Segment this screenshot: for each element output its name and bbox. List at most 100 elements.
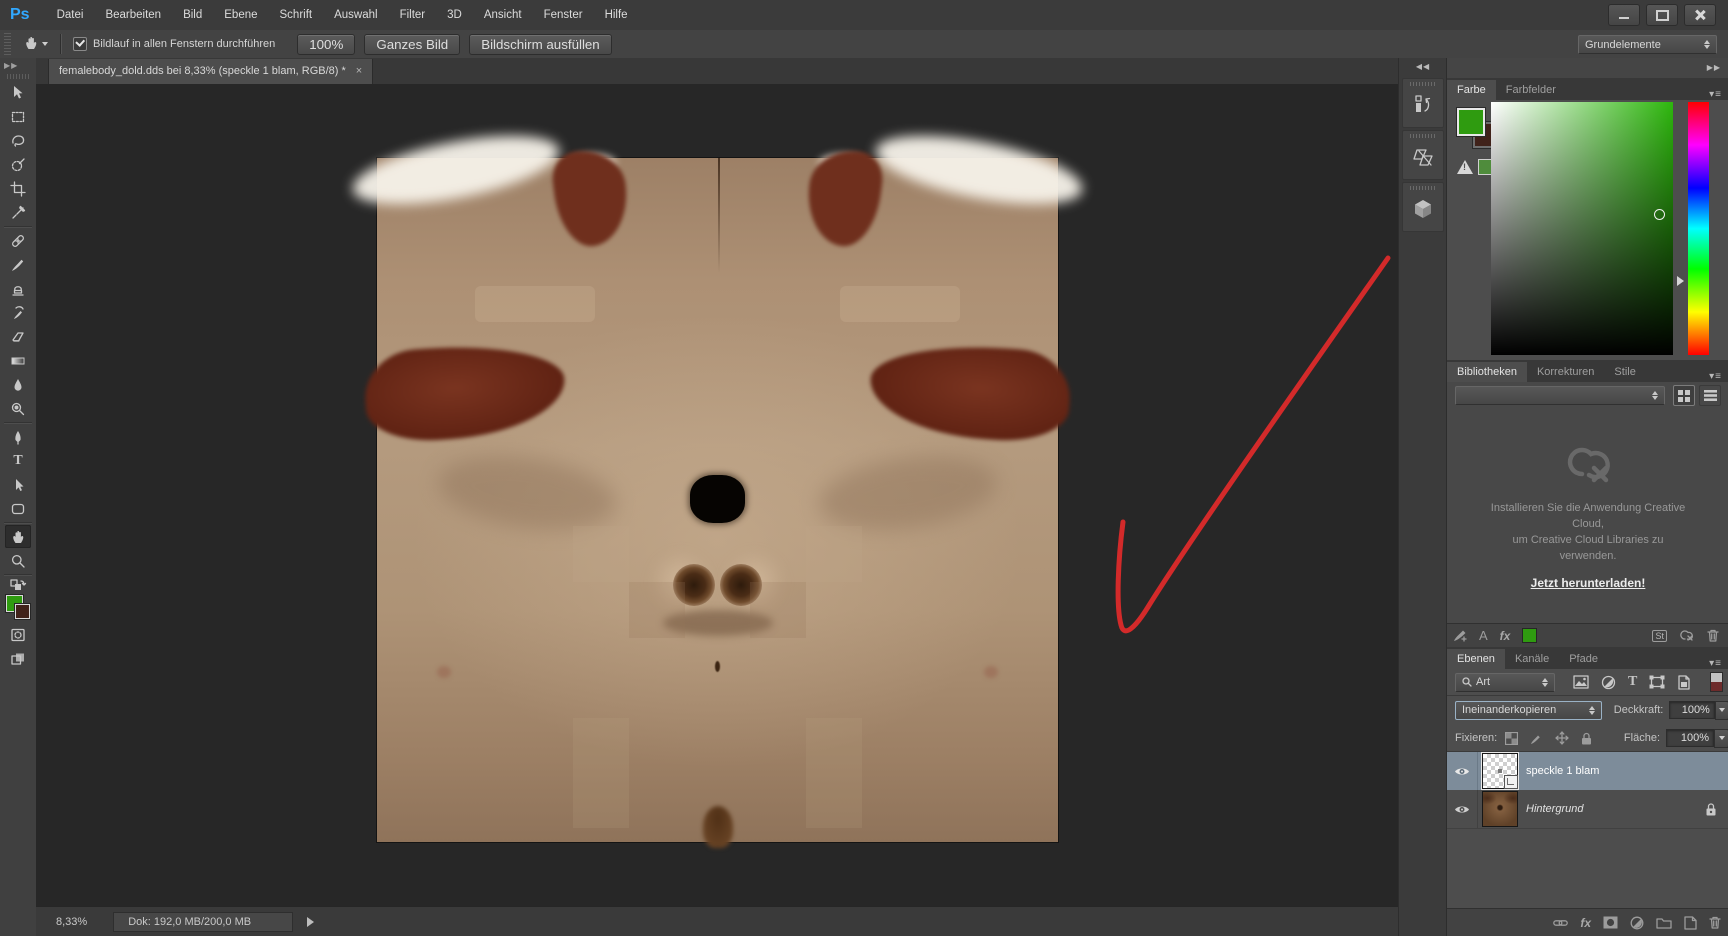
pen-tool[interactable] [5, 425, 31, 448]
menu-datei[interactable]: Datei [46, 0, 95, 30]
layer-visibility-toggle[interactable] [1447, 790, 1478, 828]
status-options-arrow-icon[interactable] [307, 917, 314, 927]
zoom-level-field[interactable]: 8,33% [56, 916, 87, 928]
layer-row-hintergrund[interactable]: Hintergrund [1447, 790, 1728, 829]
tab-farbe[interactable]: Farbe [1447, 80, 1496, 100]
layer-thumbnail[interactable] [1482, 791, 1518, 827]
quick-selection-tool[interactable] [5, 153, 31, 176]
minimize-button[interactable] [1608, 4, 1640, 26]
color-field-cursor[interactable] [1654, 209, 1665, 220]
foreground-chip-icon[interactable] [1522, 628, 1537, 643]
layer-row-speckle[interactable]: speckle 1 blam [1447, 752, 1728, 791]
eyedropper-tool[interactable] [5, 201, 31, 224]
zoom-tool[interactable] [5, 549, 31, 572]
menu-bearbeiten[interactable]: Bearbeiten [94, 0, 172, 30]
new-group-icon[interactable] [1656, 917, 1672, 929]
lock-transparency-icon[interactable] [1505, 732, 1518, 745]
lock-position-icon[interactable] [1555, 731, 1569, 745]
scroll-all-windows-checkbox[interactable] [73, 37, 87, 51]
fill-dropdown-button[interactable] [1714, 729, 1728, 748]
cc-sync-disabled-icon[interactable] [1679, 629, 1695, 642]
add-layer-style-icon[interactable]: fx [1500, 629, 1511, 643]
add-character-style-icon[interactable]: A [1479, 628, 1488, 643]
quick-mask-button[interactable] [5, 623, 31, 646]
history-panel-icon[interactable] [1402, 78, 1444, 128]
layer-thumbnail[interactable] [1482, 753, 1518, 789]
crop-tool[interactable] [5, 177, 31, 200]
lock-pixels-icon[interactable] [1530, 732, 1543, 745]
canvas-area[interactable] [36, 84, 1398, 906]
menu-ebene[interactable]: Ebene [213, 0, 268, 30]
hue-slider-thumb[interactable] [1677, 276, 1684, 286]
color-field[interactable] [1491, 102, 1673, 355]
lasso-tool[interactable] [5, 129, 31, 152]
maximize-button[interactable] [1646, 4, 1678, 26]
foreground-background-colors[interactable] [5, 595, 31, 621]
background-color-swatch[interactable] [15, 604, 30, 619]
layer-name[interactable]: speckle 1 blam [1526, 765, 1599, 777]
grid-view-button[interactable] [1673, 385, 1695, 406]
hand-tool[interactable] [5, 525, 31, 548]
close-button[interactable] [1684, 4, 1716, 26]
tab-stile[interactable]: Stile [1604, 362, 1645, 382]
libraries-panel-menu-icon[interactable]: ▾≡ [1709, 371, 1728, 382]
new-adjustment-layer-icon[interactable] [1630, 916, 1644, 930]
tab-farbfelder[interactable]: Farbfelder [1496, 80, 1566, 100]
fill-value-field[interactable]: 100% [1666, 729, 1714, 747]
clone-stamp-tool[interactable] [5, 277, 31, 300]
eraser-tool[interactable] [5, 325, 31, 348]
filter-adjustment-layers-icon[interactable] [1601, 675, 1616, 690]
tools-collapse-icon[interactable]: ▶▶ [0, 58, 36, 74]
filter-shape-layers-icon[interactable] [1649, 675, 1665, 689]
gamut-warning-icon[interactable] [1457, 160, 1473, 174]
spot-healing-brush-tool[interactable] [5, 229, 31, 252]
layers-panel-menu-icon[interactable]: ▾≡ [1709, 658, 1728, 669]
adobe-stock-icon[interactable]: St [1652, 630, 1667, 642]
menu-ansicht[interactable]: Ansicht [473, 0, 533, 30]
list-view-button[interactable] [1699, 385, 1721, 406]
layer-name[interactable]: Hintergrund [1526, 803, 1583, 815]
brush-tool[interactable] [5, 253, 31, 276]
swap-colors-icon[interactable] [5, 577, 31, 593]
path-selection-tool[interactable] [5, 473, 31, 496]
delete-layer-icon[interactable] [1709, 916, 1721, 929]
properties-panel-icon[interactable] [1402, 130, 1444, 180]
libraries-select[interactable] [1455, 386, 1665, 405]
menu-filter[interactable]: Filter [389, 0, 437, 30]
tab-ebenen[interactable]: Ebenen [1447, 649, 1505, 669]
move-tool[interactable] [5, 81, 31, 104]
hand-tool-option-icon[interactable] [23, 35, 40, 54]
hue-slider[interactable] [1688, 102, 1709, 355]
shape-tool[interactable] [5, 497, 31, 520]
tab-close-icon[interactable]: × [356, 65, 362, 77]
filter-type-select[interactable]: Art [1455, 673, 1555, 692]
foreground-color-swatch[interactable] [1457, 108, 1485, 136]
new-layer-icon[interactable] [1684, 916, 1697, 930]
delete-icon[interactable] [1707, 629, 1719, 642]
blur-tool[interactable] [5, 373, 31, 396]
link-layers-icon[interactable] [1553, 918, 1568, 928]
color-panel-menu-icon[interactable]: ▾≡ [1709, 89, 1728, 100]
document-canvas[interactable] [377, 158, 1058, 842]
menu-fenster[interactable]: Fenster [533, 0, 594, 30]
opacity-value-field[interactable]: 100% [1669, 701, 1715, 719]
document-tab[interactable]: femalebody_dold.dds bei 8,33% (speckle 1… [48, 59, 373, 84]
add-graphic-icon[interactable] [1453, 629, 1467, 642]
screen-mode-button[interactable] [5, 647, 31, 670]
blend-mode-select[interactable]: Ineinanderkopieren [1455, 701, 1602, 720]
gradient-tool[interactable] [5, 349, 31, 372]
workspace-selector[interactable]: Grundelemente [1578, 35, 1717, 54]
tool-preset-dropdown-icon[interactable] [42, 42, 48, 46]
tab-pfade[interactable]: Pfade [1559, 649, 1608, 669]
3d-panel-icon[interactable] [1402, 182, 1444, 232]
type-tool[interactable]: T [5, 449, 31, 472]
menu-hilfe[interactable]: Hilfe [594, 0, 639, 30]
download-now-link[interactable]: Jetzt herunterladen! [1447, 576, 1728, 590]
tab-bibliotheken[interactable]: Bibliotheken [1447, 362, 1527, 382]
add-layer-mask-icon[interactable] [1603, 916, 1618, 929]
menu-bild[interactable]: Bild [172, 0, 213, 30]
history-brush-tool[interactable] [5, 301, 31, 324]
rectangular-marquee-tool[interactable] [5, 105, 31, 128]
layer-style-icon[interactable]: fx [1580, 916, 1591, 930]
dodge-tool[interactable] [5, 397, 31, 420]
